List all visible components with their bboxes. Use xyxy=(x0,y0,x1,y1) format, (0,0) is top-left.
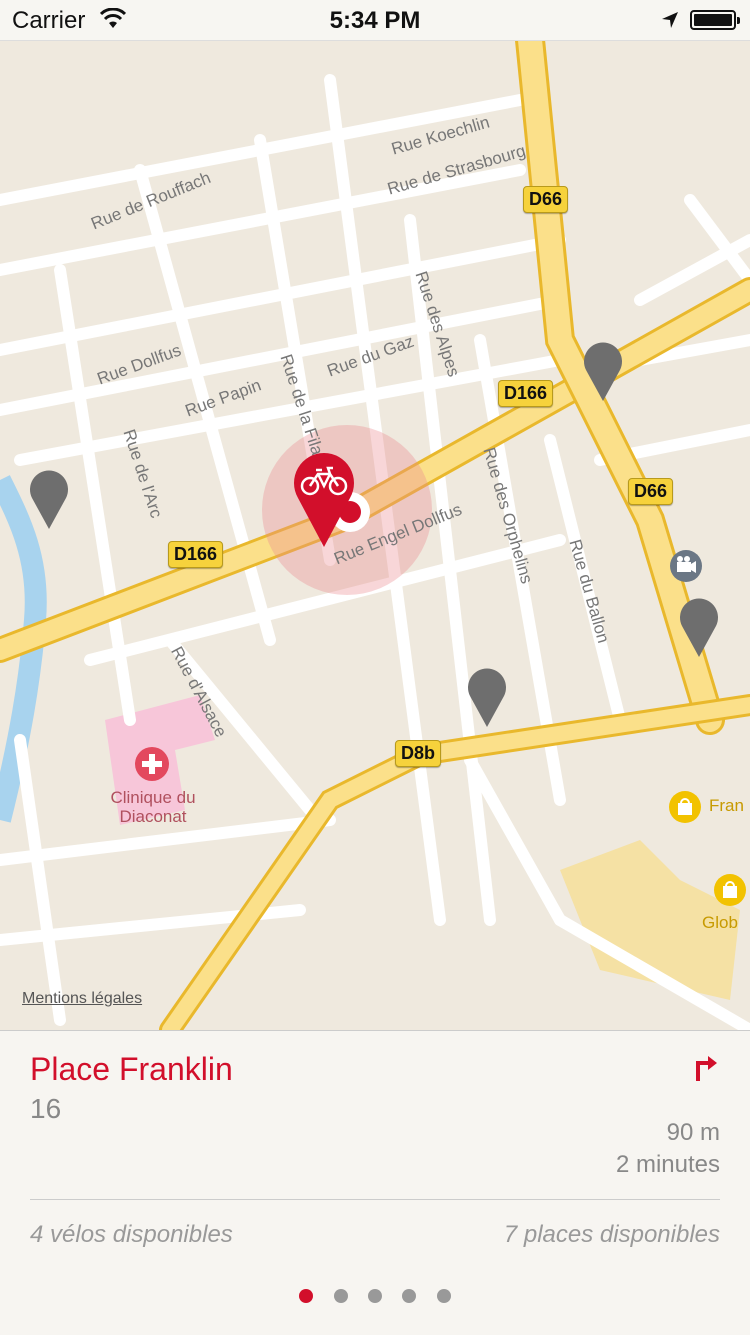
shopping-bag-icon[interactable] xyxy=(713,873,747,907)
map-view[interactable]: Rue Koechlin Rue de Strasbourg Rue de Ro… xyxy=(0,40,750,1030)
location-arrow-icon xyxy=(662,12,678,28)
station-pin-icon[interactable] xyxy=(466,666,508,728)
hospital-icon xyxy=(135,747,169,781)
bikes-available-label: 4 vélos disponibles xyxy=(30,1221,233,1248)
shop-label: Glob xyxy=(702,913,738,932)
station-pin-icon[interactable] xyxy=(582,340,624,402)
places-available-label: 7 places disponibles xyxy=(503,1221,720,1248)
legal-mentions-link[interactable]: Mentions légales xyxy=(22,990,142,1008)
page-dot[interactable] xyxy=(368,1289,382,1303)
distance-label: 90 m xyxy=(666,1119,720,1146)
road-badge: D166 xyxy=(498,380,554,407)
status-bar: Carrier 5:34 PM xyxy=(0,0,750,41)
shop-label: Fran xyxy=(709,796,744,815)
station-pin-icon[interactable] xyxy=(28,468,70,530)
station-pin-icon[interactable] xyxy=(678,596,720,658)
station-name: Place Franklin xyxy=(30,1051,233,1087)
status-time: 5:34 PM xyxy=(329,7,421,34)
cinema-icon xyxy=(670,550,702,582)
road-badge: D166 xyxy=(168,541,224,568)
page-dot[interactable] xyxy=(333,1289,348,1303)
road-badge: D66 xyxy=(523,186,569,213)
shopping-bag-icon[interactable] xyxy=(668,790,702,824)
page-indicator[interactable] xyxy=(0,1289,750,1308)
poi-label-hospital: Clinique du Diaconat xyxy=(110,788,196,826)
station-detail-panel[interactable]: Place Franklin 16 90 m 2 minutes 4 vélos… xyxy=(0,1030,750,1335)
divider xyxy=(30,1199,720,1200)
page-dot[interactable] xyxy=(436,1289,451,1303)
directions-icon[interactable] xyxy=(690,1053,722,1085)
page-dot[interactable] xyxy=(402,1289,417,1303)
station-number: 16 xyxy=(30,1093,62,1124)
duration-label: 2 minutes xyxy=(615,1151,720,1178)
bike-pin-icon[interactable] xyxy=(292,450,356,550)
page-dot[interactable] xyxy=(299,1289,314,1303)
battery-icon xyxy=(690,10,740,30)
road-badge: D8b xyxy=(395,740,442,767)
road-badge: D66 xyxy=(628,478,674,505)
